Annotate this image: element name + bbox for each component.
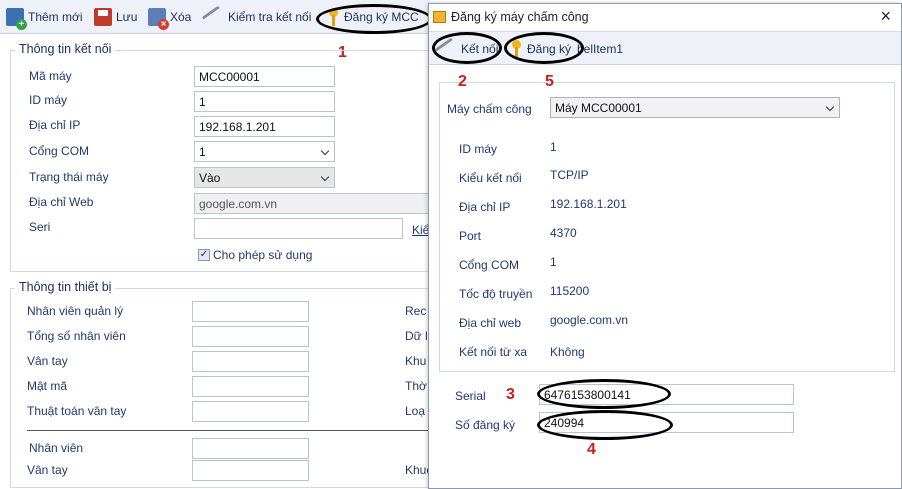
fingerprint-algorithm-input[interactable] — [192, 401, 309, 422]
info-label-remote: Kết nối từ xa — [459, 345, 528, 359]
save-button-label: Lưu — [116, 10, 138, 24]
seri-label: Seri — [29, 220, 51, 234]
seri-input[interactable] — [194, 218, 403, 239]
register-mcc-button[interactable]: Đăng ký MCC — [326, 6, 419, 28]
allow-use-label: Cho phép sử dụng — [213, 248, 313, 262]
machine-id-input[interactable]: 1 — [194, 91, 335, 112]
key-icon — [326, 8, 340, 26]
machine-select[interactable]: Máy MCC00001 — [550, 97, 840, 118]
serial-label: Serial — [455, 389, 486, 403]
registration-number-input[interactable]: 240994 — [539, 412, 794, 433]
fingerprint-bottom-input[interactable] — [192, 460, 309, 481]
marker-3: 3 — [506, 386, 515, 403]
register-dialog: Đăng ký máy chấm công × Kết nối Đăng ký … — [428, 3, 902, 489]
divider — [27, 430, 430, 431]
marker-4: 4 — [587, 441, 596, 458]
register-mcc-label: Đăng ký MCC — [344, 10, 419, 24]
machine-code-input[interactable]: MCC00001 — [194, 66, 335, 87]
machine-id-label: ID máy — [29, 93, 68, 107]
machine-code-label: Mã máy — [29, 69, 72, 83]
managed-employees-input[interactable] — [192, 301, 309, 322]
machine-status-select[interactable]: Vào — [194, 167, 335, 188]
machine-select-label: Máy chấm công — [447, 102, 532, 116]
allow-use-checkbox[interactable]: ✓ — [198, 249, 210, 261]
new-button-label: Thêm mới — [28, 10, 83, 24]
info-label-ip: Địa chỉ IP — [459, 200, 511, 214]
device-info-title: Thông tin thiết bị — [15, 280, 116, 294]
delete-icon — [148, 8, 169, 30]
dialog-register-button[interactable]: Đăng ký — [509, 38, 571, 60]
total-employees-input[interactable] — [192, 326, 309, 347]
plug-icon — [201, 5, 227, 29]
info-label-id: ID máy — [459, 142, 498, 156]
ip-input[interactable]: 192.168.1.201 — [194, 116, 335, 137]
connect-button-label: Kết nối — [461, 42, 499, 56]
delete-button[interactable]: Xóa — [148, 6, 192, 30]
label-item-text: belItem1 — [577, 42, 624, 56]
main-toolbar: Thêm mới Lưu Xóa Kiểm tra kết nối Đăng k… — [0, 0, 430, 34]
dialog-toolbar: Kết nối Đăng ký belItem1 — [429, 31, 901, 65]
connect-button[interactable]: Kết nối — [434, 37, 499, 61]
employee-input[interactable] — [192, 438, 309, 459]
dialog-title: Đăng ký máy chấm công — [451, 10, 589, 24]
dialog-titlebar: Đăng ký máy chấm công × — [429, 4, 901, 31]
info-value-web: google.com.vn — [550, 313, 629, 327]
managed-employees-label: Nhân viên quản lý — [27, 304, 124, 318]
connection-info-title: Thông tin kết nối — [15, 42, 116, 56]
com-port-label: Cổng COM — [29, 144, 90, 158]
serial-input[interactable]: 6476153800141 — [539, 384, 794, 405]
info-value-ip: 192.168.1.201 — [550, 197, 627, 211]
type-label: Loạ — [405, 404, 426, 418]
save-button[interactable]: Lưu — [94, 6, 137, 28]
check-connection-label: Kiểm tra kết nối — [228, 10, 312, 24]
info-label-baud: Tốc độ truyền — [459, 287, 533, 301]
info-label-connection-type: Kiểu kết nối — [459, 171, 522, 185]
new-button[interactable]: Thêm mới — [6, 6, 83, 30]
info-label-web: Địa chỉ web — [459, 316, 522, 330]
add-icon — [6, 8, 27, 30]
marker-5: 5 — [545, 73, 554, 90]
registration-number-label: Số đăng ký — [455, 418, 516, 432]
ip-label: Địa chỉ IP — [29, 118, 81, 132]
info-value-com: 1 — [550, 255, 557, 269]
employee-label: Nhân viên — [29, 441, 84, 455]
info-value-baud: 115200 — [550, 284, 590, 298]
info-value-connection-type: TCP/IP — [550, 168, 589, 182]
machine-status-label: Trạng thái máy — [29, 170, 109, 184]
info-label-com: Cổng COM — [459, 258, 520, 272]
marker-2: 2 — [458, 73, 467, 90]
com-port-select[interactable]: 1 — [194, 141, 335, 162]
fingerprint-algorithm-label: Thuật toán vân tay — [27, 404, 127, 418]
app-icon — [433, 11, 446, 23]
close-icon[interactable]: × — [880, 6, 891, 27]
key-icon — [509, 40, 523, 58]
fingerprint-label: Vân tay — [27, 354, 68, 368]
delete-button-label: Xóa — [170, 10, 192, 24]
password-label: Mật mã — [27, 379, 68, 393]
info-label-port: Port — [459, 229, 482, 243]
info-value-id: 1 — [550, 140, 557, 154]
record-label: Rec — [405, 304, 427, 318]
data-label: Dữ l — [405, 329, 428, 343]
web-address-label: Địa chỉ Web — [29, 195, 94, 209]
time-label: Thờ — [405, 379, 427, 393]
info-value-remote: Không — [550, 345, 585, 359]
total-employees-label: Tổng số nhân viên — [27, 329, 126, 343]
web-address-input[interactable]: google.com.vn — [194, 193, 430, 214]
info-value-port: 4370 — [550, 226, 577, 240]
floppy-disk-icon — [94, 8, 112, 26]
face-label: Khu — [405, 354, 427, 368]
check-connection-button[interactable]: Kiểm tra kết nối — [201, 5, 312, 29]
plug-icon — [434, 37, 460, 61]
seri-check-link[interactable]: Kiể — [412, 223, 429, 237]
label-item: belItem1 — [577, 38, 623, 60]
fingerprint-bottom-label: Vân tay — [27, 463, 68, 477]
dialog-register-label: Đăng ký — [527, 42, 572, 56]
password-input[interactable] — [192, 376, 309, 397]
fingerprint-input[interactable] — [192, 351, 309, 372]
